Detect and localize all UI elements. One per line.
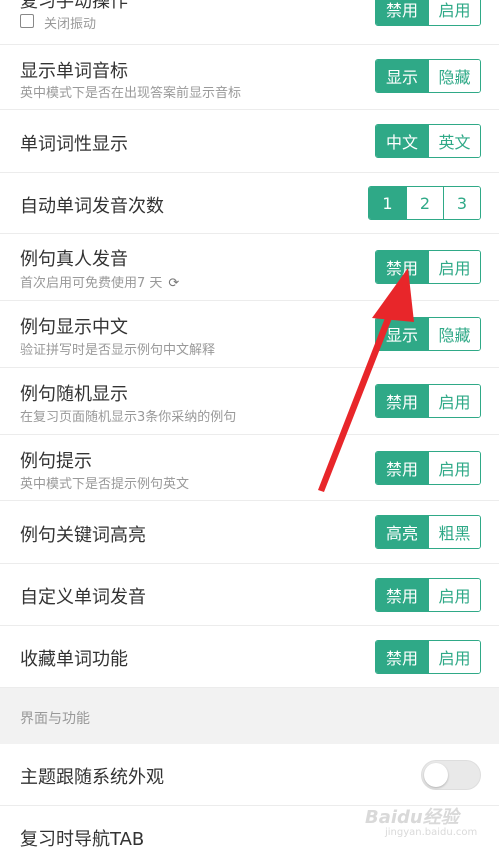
baidu-watermark-logo: Baidu经验 jingyan.baidu.com [363, 799, 493, 843]
annotation-arrow [318, 268, 414, 492]
watermark-text: Baidu经验 [365, 807, 459, 828]
arrow-shaft [318, 305, 396, 492]
arrow-head [372, 268, 414, 322]
watermark-url: jingyan.baidu.com [385, 827, 478, 838]
